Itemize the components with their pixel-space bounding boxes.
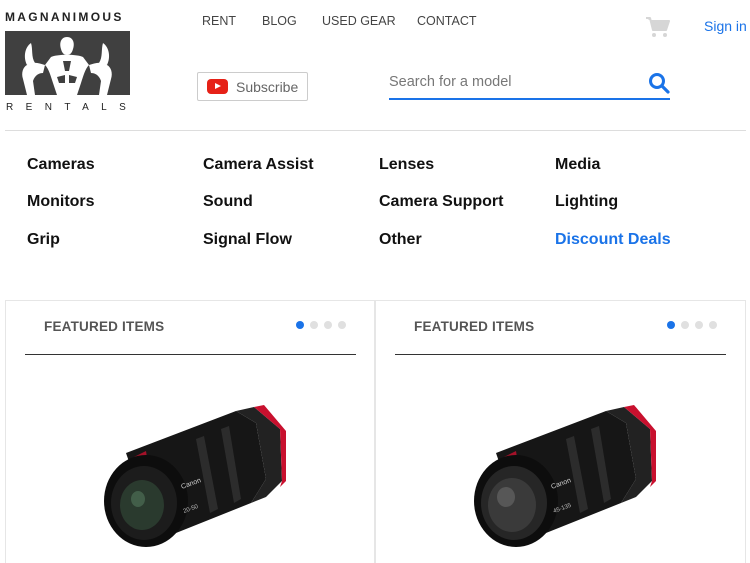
carousel-dot-2[interactable]	[310, 321, 318, 329]
search-input[interactable]: Search for a model	[389, 74, 512, 90]
category-camera-support[interactable]: Camera Support	[379, 193, 503, 211]
category-sound[interactable]: Sound	[203, 193, 253, 211]
category-media[interactable]: Media	[555, 156, 600, 174]
carousel-dot-3[interactable]	[695, 321, 703, 329]
featured-items-panel-2: FEATURED ITEMS Canon 45-135	[375, 300, 746, 563]
search-icon[interactable]	[648, 72, 670, 94]
carousel-dot-4[interactable]	[709, 321, 717, 329]
header-divider	[5, 130, 746, 131]
carousel-dot-3[interactable]	[324, 321, 332, 329]
carousel-dot-4[interactable]	[338, 321, 346, 329]
nav-used-gear[interactable]: USED GEAR	[322, 14, 396, 28]
youtube-icon	[207, 79, 228, 94]
youtube-subscribe-button[interactable]: Subscribe	[197, 72, 308, 101]
nav-rent[interactable]: RENT	[202, 14, 236, 28]
category-grip[interactable]: Grip	[27, 231, 60, 249]
category-lenses[interactable]: Lenses	[379, 156, 434, 174]
shopping-cart-icon[interactable]	[645, 16, 671, 38]
category-lighting[interactable]: Lighting	[555, 193, 618, 211]
category-cameras[interactable]: Cameras	[27, 156, 95, 174]
logo-image[interactable]	[5, 31, 130, 95]
bodybuilder-logo-icon	[22, 37, 112, 95]
category-camera-assist[interactable]: Camera Assist	[203, 156, 314, 174]
category-other[interactable]: Other	[379, 231, 422, 249]
carousel-dots	[296, 321, 346, 329]
category-signal-flow[interactable]: Signal Flow	[203, 231, 292, 249]
canon-cine-lens-image[interactable]: Canon 45-135	[456, 401, 676, 561]
sign-in-link[interactable]: Sign in	[704, 18, 747, 34]
logo-wordmark-bottom[interactable]: RENTALS	[6, 102, 138, 113]
category-discount-deals[interactable]: Discount Deals	[555, 231, 671, 249]
featured-items-panel-1: FEATURED ITEMS Canon 20-50	[5, 300, 375, 563]
subscribe-label: Subscribe	[236, 78, 299, 95]
panel-divider	[395, 354, 726, 355]
nav-contact[interactable]: CONTACT	[417, 14, 477, 28]
logo-wordmark-top[interactable]: MAGNANIMOUS	[5, 10, 124, 24]
panel-divider	[25, 354, 356, 355]
carousel-dot-1[interactable]	[296, 321, 304, 329]
canon-cine-lens-image[interactable]: Canon 20-50	[86, 401, 306, 561]
nav-blog[interactable]: BLOG	[262, 14, 297, 28]
carousel-dot-1[interactable]	[667, 321, 675, 329]
carousel-dot-2[interactable]	[681, 321, 689, 329]
search-bar[interactable]: Search for a model	[389, 70, 670, 100]
category-monitors[interactable]: Monitors	[27, 193, 95, 211]
featured-items-title: FEATURED ITEMS	[414, 319, 535, 334]
carousel-dots	[667, 321, 717, 329]
featured-items-title: FEATURED ITEMS	[44, 319, 165, 334]
